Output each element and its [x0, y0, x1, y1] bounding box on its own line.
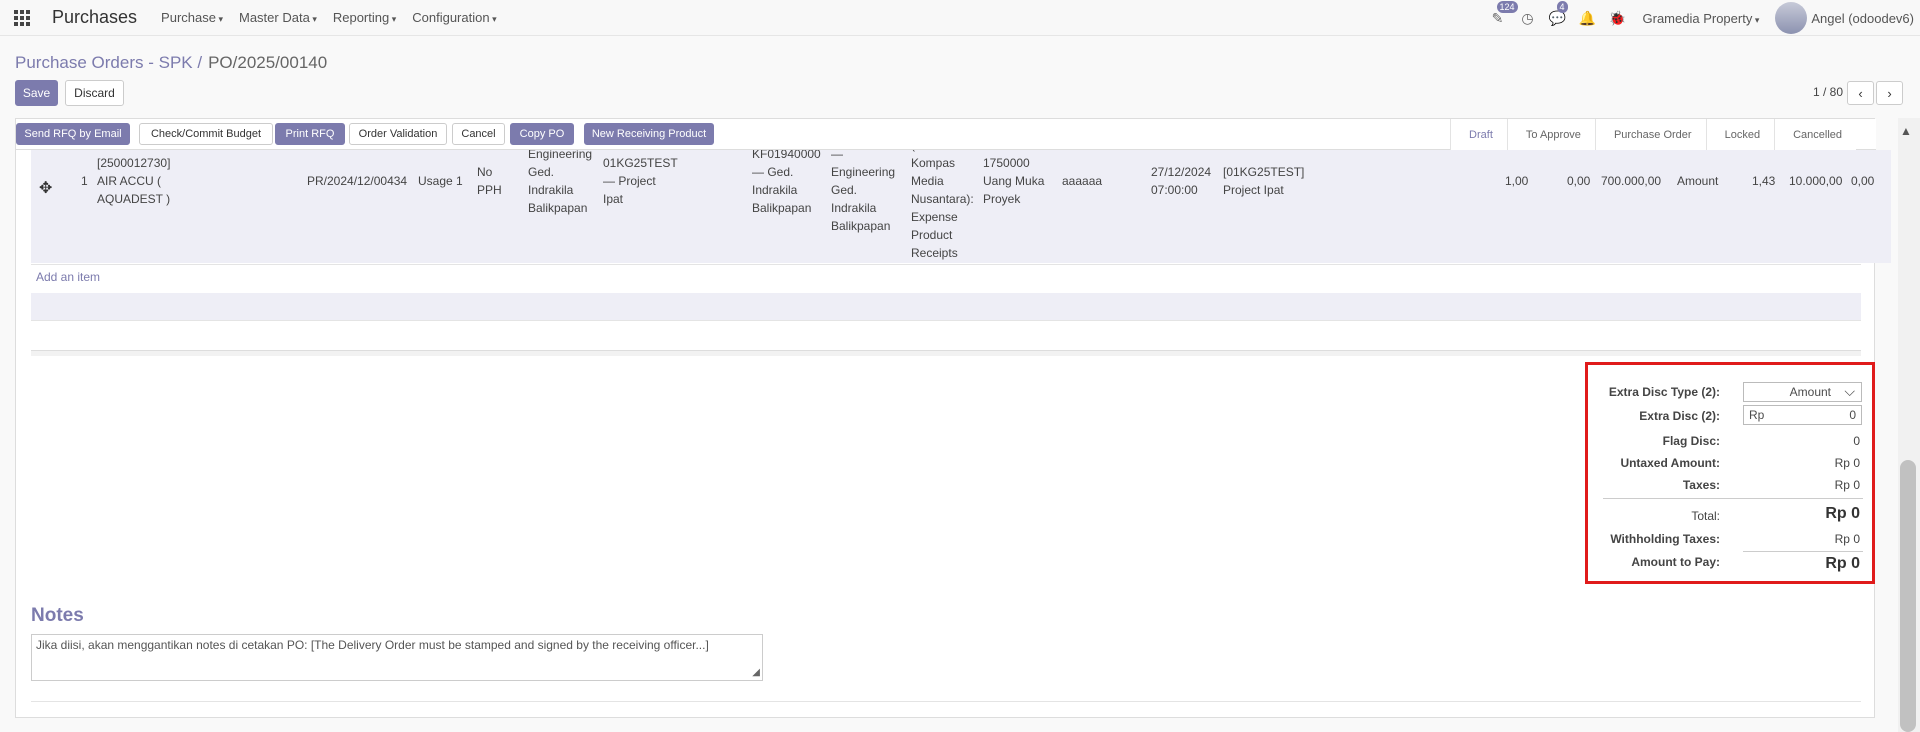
send-rfq-email-button[interactable]: Send RFQ by Email: [16, 123, 130, 145]
pager-previous-button[interactable]: ‹: [1847, 81, 1874, 105]
table-row[interactable]: ✥ 1 [2500012730] AIR ACCU ( AQUADEST ) P…: [31, 150, 1891, 263]
app-title: Purchases: [52, 7, 138, 27]
stage-draft[interactable]: Draft: [1450, 119, 1507, 150]
amount-to-pay-value: Rp 0: [1825, 555, 1860, 572]
messages-badge: 4: [1556, 1, 1568, 13]
empty-row: [31, 293, 1861, 320]
extra-disc-input[interactable]: Rp 0: [1743, 405, 1862, 425]
bottom-divider: [31, 701, 1861, 702]
add-an-item-link[interactable]: Add an item: [36, 270, 100, 284]
withholding-taxes-label: Withholding Taxes:: [1610, 532, 1720, 546]
line-usage[interactable]: Usage 1: [418, 172, 463, 190]
line-price[interactable]: 700.000,00: [1601, 172, 1661, 190]
company-switcher[interactable]: Gramedia Property: [1643, 11, 1760, 26]
flag-disc-label: Flag Disc:: [1662, 434, 1720, 448]
line-disc-type[interactable]: Amount: [1677, 172, 1718, 190]
control-panel: Purchase Orders - SPK / PO/2025/00140 Sav…: [0, 37, 1920, 118]
line-pph[interactable]: No PPH: [477, 163, 502, 199]
untaxed-amount-value: Rp 0: [1834, 456, 1860, 470]
scrollbar-thumb[interactable]: [1900, 460, 1916, 732]
apps-menu-icon[interactable]: [14, 9, 30, 26]
extra-disc-type-select[interactable]: Amount ⌵: [1743, 382, 1862, 402]
untaxed-amount-label: Untaxed Amount:: [1620, 456, 1720, 470]
top-navbar: Purchases Purchase Master Data Reporting…: [0, 0, 1920, 36]
withholding-taxes-value: Rp 0: [1834, 532, 1860, 546]
new-receiving-product-button[interactable]: New Receiving Product: [584, 123, 714, 145]
breadcrumb-current: PO/2025/00140: [208, 53, 328, 72]
activity-edit-icon[interactable]: ✎ 124: [1483, 0, 1518, 36]
extra-disc-currency: Rp: [1749, 408, 1765, 422]
totals-divider: [1743, 551, 1863, 552]
notes-placeholder: Jika diisi, akan menggantikan notes di c…: [36, 638, 709, 652]
flag-disc-value: 0: [1853, 434, 1860, 448]
menu-reporting[interactable]: Reporting: [325, 10, 404, 25]
line-seq: 1: [81, 174, 88, 188]
user-menu[interactable]: Angel (odoodev6): [1811, 11, 1914, 26]
bug-icon[interactable]: 🐞: [1603, 0, 1633, 36]
line-last-value[interactable]: 0,00: [1851, 172, 1874, 190]
discard-button[interactable]: Discard: [65, 80, 124, 106]
check-commit-budget-button[interactable]: Check/Commit Budget: [139, 123, 273, 145]
drag-handle-icon[interactable]: ✥: [39, 178, 52, 198]
line-pr[interactable]: PR/2024/12/00434: [307, 172, 407, 190]
main-menu: Purchase Master Data Reporting Configura…: [153, 10, 505, 25]
resize-handle-icon[interactable]: ◢: [752, 667, 760, 678]
notes-title: Notes: [31, 605, 84, 626]
breadcrumb: Purchase Orders - SPK / PO/2025/00140: [15, 53, 327, 73]
form-header: Send RFQ by Email Check/Commit Budget Pr…: [16, 119, 1876, 150]
stage-purchase-order[interactable]: Purchase Order: [1594, 119, 1706, 150]
stage-to-approve[interactable]: To Approve: [1506, 119, 1595, 150]
line-disc[interactable]: 1,43: [1752, 172, 1775, 190]
menu-purchase[interactable]: Purchase: [153, 10, 231, 25]
amount-to-pay-label: Amount to Pay:: [1631, 555, 1720, 569]
menu-configuration[interactable]: Configuration: [404, 10, 504, 25]
statusbar: Draft To Approve Purchase Order Locked C…: [1450, 119, 1856, 150]
breadcrumb-parent[interactable]: Purchase Orders - SPK /: [15, 53, 202, 72]
notes-textarea[interactable]: Jika diisi, akan menggantikan notes di c…: [31, 634, 763, 681]
line-budget[interactable]: 1750000 Uang Muka Proyek: [983, 154, 1044, 208]
taxes-value: Rp 0: [1834, 478, 1860, 492]
pager-value: 1 / 80: [1812, 85, 1843, 99]
row-divider: [31, 320, 1861, 321]
line-disc-amount[interactable]: 10.000,00: [1789, 172, 1842, 190]
line-location[interactable]: Engineering Ged. Indrakila Balikpapan: [528, 150, 592, 217]
chat-icon[interactable]: 💬 4: [1543, 0, 1573, 36]
line-product[interactable]: [2500012730] AIR ACCU ( AQUADEST ): [97, 154, 170, 208]
line-project[interactable]: 01KG25TEST — Project Ipat: [603, 154, 678, 208]
clock-icon[interactable]: ◷: [1513, 0, 1543, 36]
line-analytic[interactable]: [01KG25TEST] Project Ipat: [1223, 163, 1304, 199]
scroll-up-arrow-icon[interactable]: ▲: [1900, 124, 1912, 138]
line-description[interactable]: aaaaaa: [1062, 172, 1102, 190]
extra-disc-label: Extra Disc (2):: [1639, 409, 1720, 423]
total-value: Rp 0: [1825, 505, 1860, 522]
systray: ✎124 ◷ 💬4 🔔 🐞 Gramedia Property Angel (o…: [1483, 0, 1920, 36]
save-button[interactable]: Save: [15, 80, 58, 106]
row-divider: [31, 264, 1861, 265]
extra-disc-value: 0: [1849, 408, 1856, 422]
print-rfq-button[interactable]: Print RFQ: [275, 123, 345, 145]
line-department[interactable]: — Engineering Ged. Indrakila Balikpapan: [831, 150, 895, 235]
extra-disc-type-label: Extra Disc Type (2):: [1608, 385, 1720, 399]
extra-disc-type-value: Amount: [1789, 385, 1831, 399]
taxes-label: Taxes:: [1682, 478, 1720, 492]
stage-locked[interactable]: Locked: [1705, 119, 1775, 150]
copy-po-button[interactable]: Copy PO: [510, 123, 574, 145]
chevron-down-icon: ⌵: [1844, 383, 1855, 399]
totals-panel: Extra Disc Type (2): Amount ⌵ Extra Disc…: [1585, 362, 1875, 584]
total-label: Total:: [1691, 509, 1720, 523]
line-quantity[interactable]: 1,00: [1505, 172, 1528, 190]
line-destination[interactable]: KF01940000 — Ged. Indrakila Balikpapan: [752, 150, 821, 217]
menu-master-data[interactable]: Master Data: [231, 10, 325, 25]
line-date[interactable]: 27/12/2024 07:00:00: [1151, 163, 1211, 199]
avatar[interactable]: [1775, 2, 1808, 34]
pager-next-button[interactable]: ›: [1876, 81, 1903, 105]
cancel-button[interactable]: Cancel: [452, 123, 505, 145]
bell-icon[interactable]: 🔔: [1573, 0, 1603, 36]
totals-divider: [1603, 498, 1863, 499]
table-footer-separator: [31, 350, 1861, 356]
line-received[interactable]: 0,00: [1567, 172, 1590, 190]
stage-cancelled[interactable]: Cancelled: [1774, 119, 1856, 150]
line-account[interactable]: ( Kompas Media Nusantara): Expense Produ…: [911, 150, 974, 262]
order-validation-button[interactable]: Order Validation: [349, 123, 447, 145]
